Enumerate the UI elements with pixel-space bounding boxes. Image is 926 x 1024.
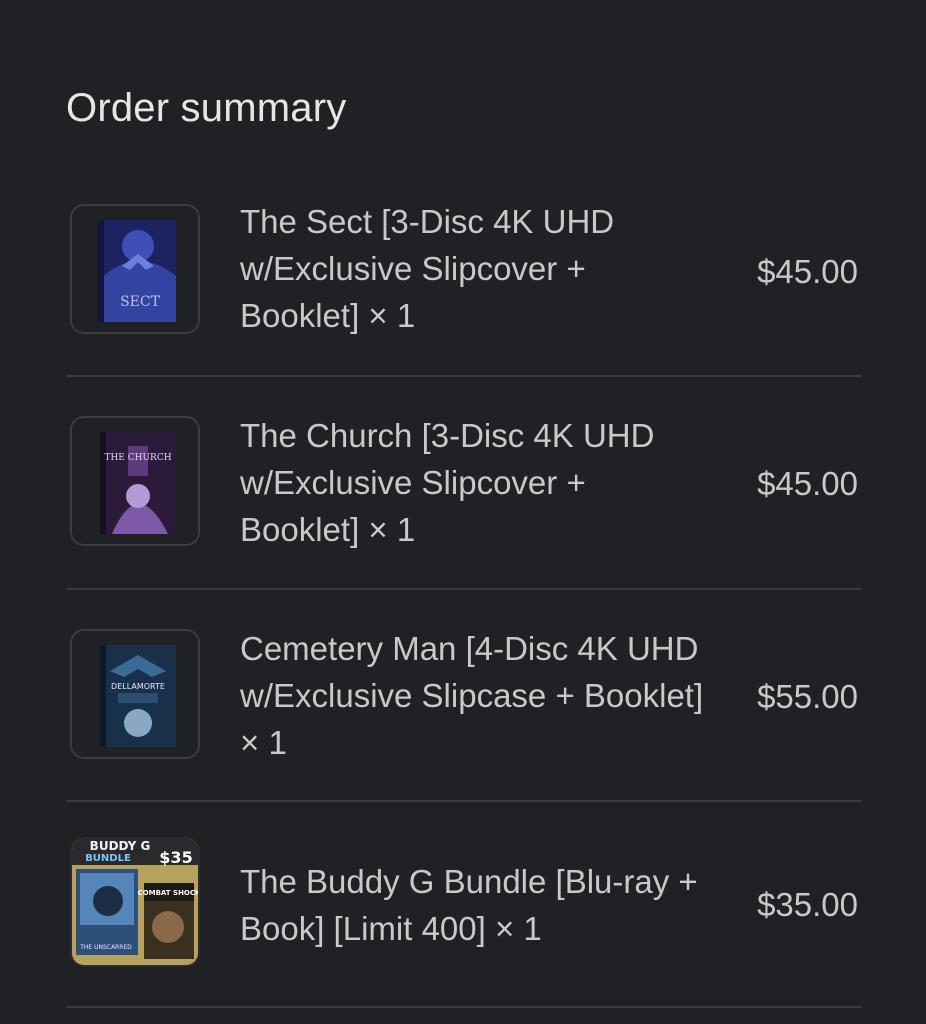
page-title: Order summary [66, 86, 347, 130]
bundle-left-text: THE UNSCARRED [79, 944, 132, 951]
item-price: $55.00 [757, 678, 858, 715]
list-item: BUDDY G BUNDLE $35 COMBAT SHOCK THE UNSC… [66, 837, 862, 971]
product-thumbnail-cemetery-man[interactable]: DELLAMORTE [70, 629, 200, 759]
the-sect-cover-image: SECT [72, 206, 198, 332]
divider [66, 1006, 862, 1008]
bundle-sub-text: BUNDLE [85, 853, 131, 864]
item-price: $45.00 [757, 253, 858, 290]
bundle-right-text: COMBAT SHOCK [138, 889, 198, 897]
divider [66, 588, 862, 590]
order-summary-page: Order summary SECT The Sect [3-Disc 4K U… [0, 0, 926, 1024]
item-name: The Church [3-Disc 4K UHD w/Exclusive Sl… [240, 417, 655, 548]
bundle-header-text: BUDDY G [90, 839, 151, 853]
cemetery-man-cover-image: DELLAMORTE [72, 631, 198, 757]
divider [66, 375, 862, 377]
item-name: Cemetery Man [4-Disc 4K UHD w/Exclusive … [240, 630, 704, 761]
item-price: $35.00 [757, 886, 858, 923]
bundle-price-text: $35 [159, 848, 192, 867]
sect-cover-text: SECT [120, 294, 161, 310]
list-item: SECT The Sect [3-Disc 4K UHD w/Exclusive… [66, 203, 862, 338]
the-church-cover-image: THE CHURCH [72, 418, 198, 544]
church-cover-text: THE CHURCH [104, 453, 171, 463]
list-item: THE CHURCH The Church [3-Disc 4K UHD w/E… [66, 416, 862, 550]
product-thumbnail-the-church[interactable]: THE CHURCH [70, 416, 200, 546]
divider [66, 800, 862, 802]
cemetery-cover-text: DELLAMORTE [111, 682, 165, 691]
item-price: $45.00 [757, 465, 858, 502]
buddy-g-bundle-cover-image: BUDDY G BUNDLE $35 COMBAT SHOCK THE UNSC… [72, 839, 198, 965]
list-item: DELLAMORTE Cemetery Man [4-Disc 4K UHD w… [66, 629, 862, 763]
product-thumbnail-the-sect[interactable]: SECT [70, 204, 200, 334]
product-thumbnail-buddy-g-bundle[interactable]: BUDDY G BUNDLE $35 COMBAT SHOCK THE UNSC… [70, 837, 200, 967]
item-name: The Buddy G Bundle [Blu-ray + Book] [Lim… [240, 863, 698, 947]
item-name: The Sect [3-Disc 4K UHD w/Exclusive Slip… [240, 203, 615, 334]
